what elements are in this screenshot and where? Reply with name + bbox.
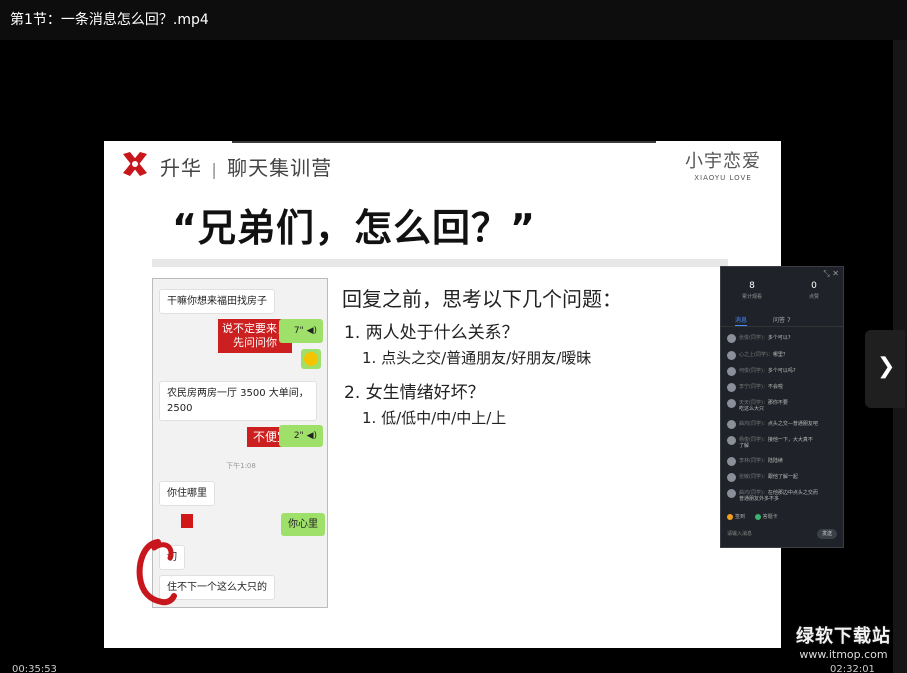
chat-row-name: 李宁(同学)： [739, 384, 768, 390]
avatar [727, 420, 736, 429]
answer-card-icon [754, 513, 761, 520]
watermark-name: 绿软下载站 [796, 626, 891, 647]
brand-course: 聊天集训营 [227, 156, 333, 180]
avatar [727, 383, 736, 392]
chat-message: 干嘛你想来福田找房子 [159, 289, 275, 314]
stat-likes: 0 点赞 [783, 281, 843, 300]
course-brand: 升华 | 聊天集训营 [160, 152, 332, 181]
title-bar: 第1节：一条消息怎么回？.mp4 [0, 0, 907, 40]
answer-card-button[interactable]: 答题卡 [763, 514, 778, 520]
chat-message: 农民房两房一厅 3500 大单间， 2500 [159, 381, 317, 421]
question-item: 2. 女生情绪好坏？ [344, 383, 485, 403]
slide-top-edge [232, 141, 656, 143]
chat-input[interactable]: 请输入消息 [727, 530, 752, 537]
chat-row-name: 李林(同学)： [739, 458, 768, 464]
chat-row-text: 不会啦 [767, 384, 783, 390]
avatar [727, 399, 736, 408]
chat-row-name: 心之上(同学)： [739, 352, 773, 358]
checkin-icon [727, 513, 733, 520]
brand-x-logo-icon [123, 152, 147, 176]
voice-duration: 2" [293, 431, 304, 441]
chat-row-text: 多个可以? [767, 335, 791, 341]
next-video-button[interactable]: ❯ [865, 330, 905, 408]
question-subitem: 1. 点头之交/普通朋友/好朋友/暧昧 [362, 349, 592, 367]
chat-tools: 签到 答题卡 [727, 513, 778, 520]
emoji-sticker [301, 349, 321, 369]
chat-row-name: 张敏(同学)： [739, 474, 768, 480]
question-heading: 回复之前，思考以下几个问题： [342, 287, 622, 311]
corner-logo-cn: 小宇恋爱 [685, 151, 761, 172]
chat-row-text: 吃这么大只 [739, 406, 765, 412]
voice-message: 2" ◀) [279, 425, 323, 447]
chat-row-name: 何俊(同学)： [739, 368, 768, 374]
window-title: 第1节：一条消息怎么回？.mp4 [10, 12, 209, 28]
tab-qa[interactable]: 问答 7 [773, 315, 791, 324]
total-time: 02:32:01 [830, 664, 875, 673]
site-watermark: 绿软下载站 www.itmop.com [796, 622, 891, 661]
chat-row-text: 接他一下，大大真不 [767, 437, 813, 443]
brand-name: 升华 [160, 156, 202, 180]
current-time: 00:35:53 [12, 664, 57, 673]
avatar [727, 334, 736, 343]
chat-message: 你心里 [281, 513, 325, 536]
question-subitem: 1. 低/低中/中/中上/上 [362, 409, 507, 427]
checkin-button[interactable]: 签到 [735, 514, 745, 520]
chat-row-name: 张俊(同学)： [739, 335, 768, 341]
question-list: 回复之前，思考以下几个问题： 1. 两人处于什么关系？ 1. 点头之交/普通朋友… [342, 283, 622, 428]
stat-views-number: 8 [749, 281, 755, 291]
red-circle-annotation [136, 539, 177, 606]
stat-views-label: 累计观看 [741, 294, 762, 300]
brand-separator: | [211, 160, 218, 179]
slide-headline: “兄弟们，怎么回？” [172, 206, 536, 250]
corner-logo-en: XIAOYU LOVE [694, 174, 752, 182]
chat-row-text: 点头之交—普通朋友吧 [767, 421, 818, 427]
stat-likes-label: 点赞 [808, 294, 819, 300]
avatar [727, 351, 736, 360]
video-player-window: 第1节：一条消息怎么回？.mp4 ❯ 升华 | 聊天集训营 小宇恋爱 XIAOY… [0, 0, 907, 673]
chat-row-text: 哪里？ [772, 352, 788, 358]
avatar [727, 473, 736, 482]
chat-message: 你住哪里 [159, 481, 215, 506]
chat-row-text: 跟他了解一起 [767, 474, 798, 480]
voice-message: 7" ◀) [279, 319, 323, 343]
video-frame-slide: 升华 | 聊天集训营 小宇恋爱 XIAOYU LOVE “兄弟们，怎么回？” 干… [104, 141, 781, 648]
watermark-url: www.itmop.com [799, 648, 888, 661]
chat-message-line: 2500 [167, 403, 193, 414]
chevron-right-icon: ❯ [877, 354, 896, 379]
chat-row-text: 普通朋友外多不多 [739, 496, 780, 502]
live-chat-panel: ⤡ ✕ 8 累计观看 0 点赞 消息 问答 7 张俊(同学)：多个可以? 心之上… [720, 266, 844, 548]
stat-likes-number: 0 [811, 281, 817, 291]
avatar [727, 436, 736, 445]
smiley-icon [304, 352, 318, 366]
chat-row-text: 那你不要 [767, 400, 788, 406]
chat-row-text: 了解 [739, 443, 750, 449]
voice-duration: 7" [293, 326, 304, 336]
stat-views: 8 累计观看 [721, 281, 783, 300]
avatar [727, 457, 736, 466]
xiaoyu-logo: 小宇恋爱 XIAOYU LOVE [685, 147, 761, 182]
chat-row-text: 多个可以吗? [767, 368, 796, 374]
message-timestamp: 下午1:08 [226, 462, 256, 470]
chat-stats: 8 累计观看 0 点赞 [721, 281, 843, 311]
chat-message-line: 农民房两房一厅 3500 大单间， [167, 388, 309, 399]
tab-messages[interactable]: 消息 [735, 315, 748, 326]
slide-divider [152, 259, 728, 267]
panel-window-controls[interactable]: ⤡ ✕ [823, 269, 839, 279]
avatar [727, 367, 736, 376]
chat-row-name: 曲鸿(同学)： [739, 421, 768, 427]
avatar [727, 489, 736, 498]
question-item: 1. 两人处于什么关系？ [344, 323, 519, 343]
chat-row-text: 陆陆续 [767, 458, 783, 464]
chat-tabs: 消息 问答 7 [721, 313, 843, 327]
red-mark [181, 514, 193, 528]
send-button[interactable]: 发送 [817, 529, 837, 539]
